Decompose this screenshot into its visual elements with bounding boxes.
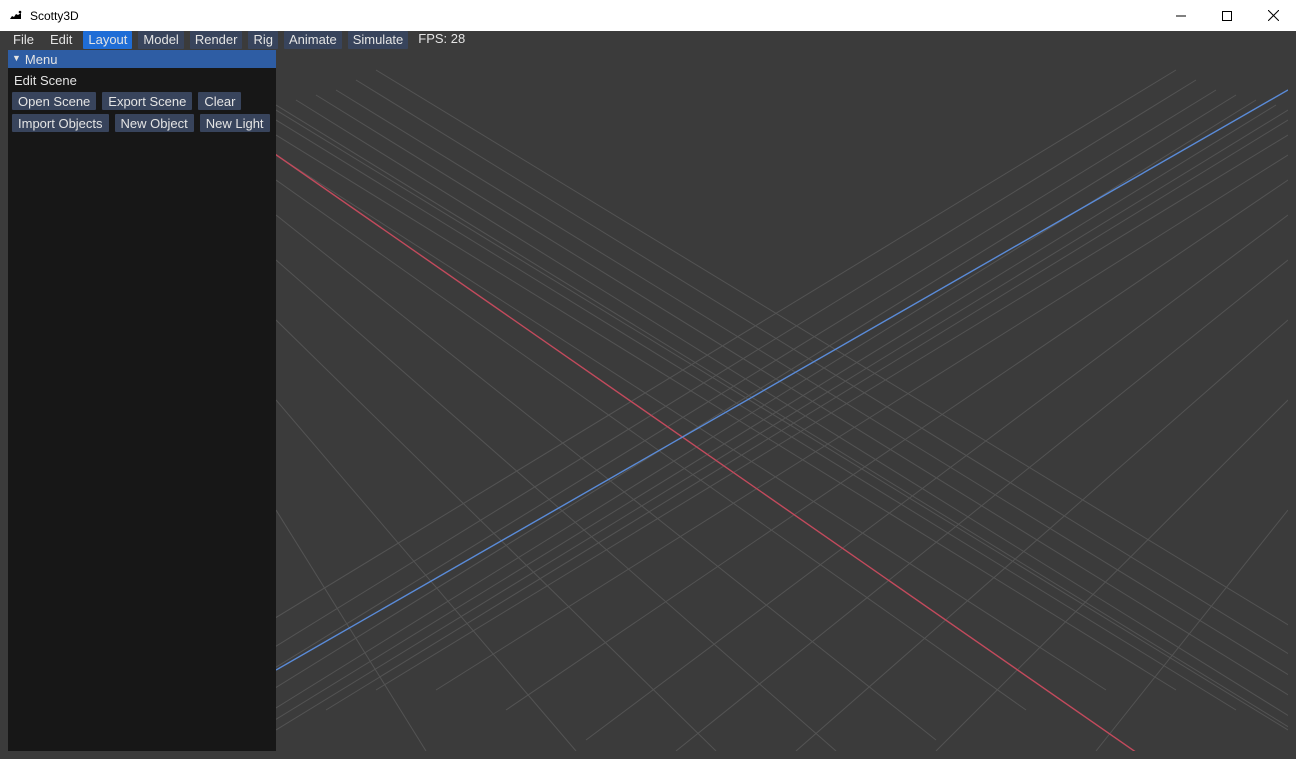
new-light-button[interactable]: New Light bbox=[200, 114, 270, 132]
window-title: Scotty3D bbox=[30, 9, 79, 23]
menu-simulate[interactable]: Simulate bbox=[348, 31, 409, 49]
button-row-1: Open Scene Export Scene Clear bbox=[12, 92, 272, 110]
button-row-2: Import Objects New Object New Light bbox=[12, 114, 272, 132]
app-root: File Edit Layout Model Render Rig Animat… bbox=[0, 31, 1296, 759]
viewport-3d[interactable] bbox=[276, 50, 1288, 751]
panel-header[interactable]: ▼ Menu bbox=[8, 50, 276, 68]
menu-animate[interactable]: Animate bbox=[284, 31, 342, 49]
panel-body: Edit Scene Open Scene Export Scene Clear… bbox=[8, 68, 276, 140]
menu-rig[interactable]: Rig bbox=[248, 31, 278, 49]
maximize-button[interactable] bbox=[1204, 0, 1250, 31]
menu-render[interactable]: Render bbox=[190, 31, 243, 49]
panel-header-label: Menu bbox=[25, 52, 58, 67]
new-object-button[interactable]: New Object bbox=[115, 114, 194, 132]
window-controls bbox=[1158, 0, 1296, 31]
menubar: File Edit Layout Model Render Rig Animat… bbox=[8, 31, 469, 49]
minimize-button[interactable] bbox=[1158, 0, 1204, 31]
close-button[interactable] bbox=[1250, 0, 1296, 31]
side-panel: ▼ Menu Edit Scene Open Scene Export Scen… bbox=[8, 50, 276, 751]
import-objects-button[interactable]: Import Objects bbox=[12, 114, 109, 132]
window-titlebar: Scotty3D bbox=[0, 0, 1296, 31]
menu-edit[interactable]: Edit bbox=[45, 31, 77, 49]
menu-layout[interactable]: Layout bbox=[83, 31, 132, 49]
clear-button[interactable]: Clear bbox=[198, 92, 241, 110]
app-icon bbox=[8, 8, 24, 24]
menu-model[interactable]: Model bbox=[138, 31, 183, 49]
menu-file[interactable]: File bbox=[8, 31, 39, 49]
open-scene-button[interactable]: Open Scene bbox=[12, 92, 96, 110]
collapse-icon: ▼ bbox=[12, 53, 21, 63]
fps-counter: FPS: 28 bbox=[414, 31, 469, 49]
export-scene-button[interactable]: Export Scene bbox=[102, 92, 192, 110]
section-label: Edit Scene bbox=[12, 72, 272, 92]
